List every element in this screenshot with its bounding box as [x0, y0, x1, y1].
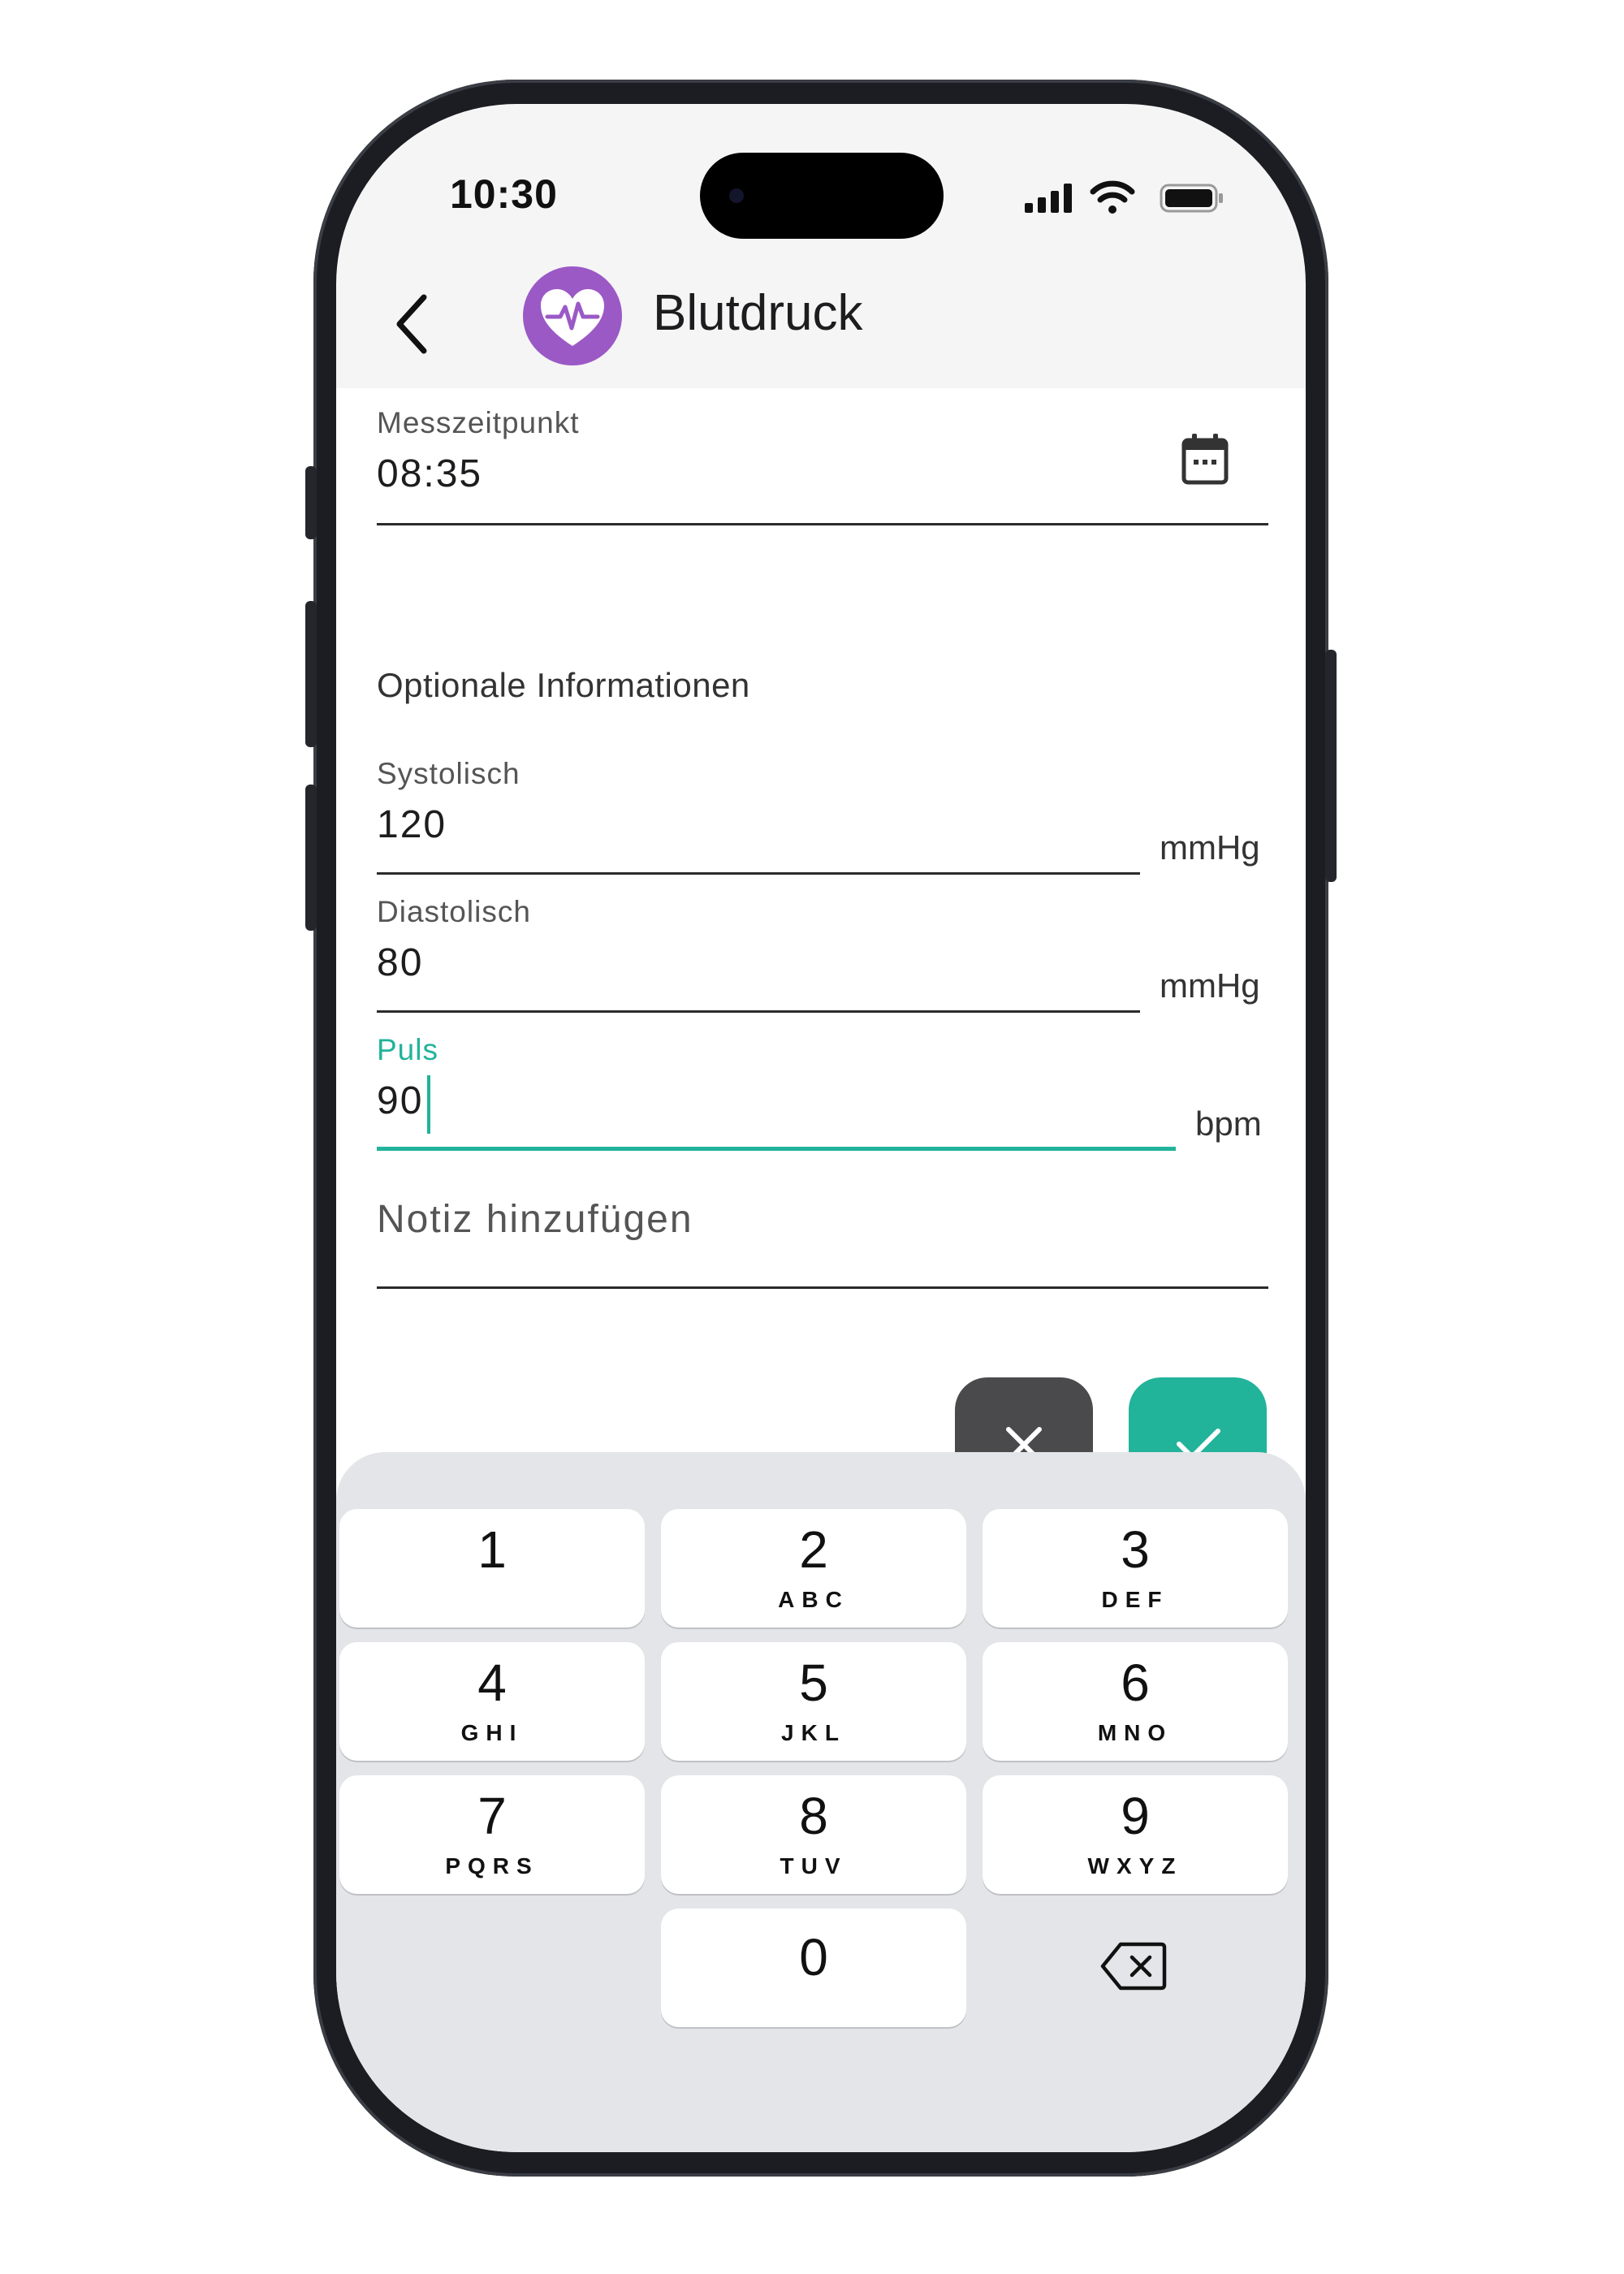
- pulse-input[interactable]: 90: [377, 1079, 423, 1123]
- key-6[interactable]: 6 MNO: [983, 1642, 1288, 1761]
- systolic-label: Systolisch: [377, 757, 520, 790]
- key-0[interactable]: 0: [661, 1909, 966, 2027]
- wifi-icon: [1090, 180, 1135, 214]
- key-letters: GHI: [460, 1720, 524, 1745]
- text-caret: [427, 1075, 430, 1134]
- key-number: 9: [1121, 1787, 1150, 1845]
- diastolic-input[interactable]: 80: [377, 940, 423, 985]
- key-number: 4: [477, 1654, 507, 1712]
- backspace-icon[interactable]: [1099, 1939, 1168, 1993]
- heart-pulse-icon: [523, 266, 622, 365]
- systolic-unit: mmHg: [1160, 828, 1260, 867]
- phone-screen: 10:30 Blutdruck Messzeitpunkt 08:35 Opti…: [336, 104, 1306, 2152]
- action-button: [305, 466, 317, 539]
- calendar-icon[interactable]: [1181, 432, 1229, 486]
- diastolic-underline: [377, 1010, 1140, 1013]
- page-title: Blutdruck: [653, 285, 863, 341]
- key-8[interactable]: 8 TUV: [661, 1775, 966, 1894]
- key-number: 0: [799, 1928, 828, 1987]
- battery-icon: [1160, 184, 1223, 213]
- key-letters: MNO: [1097, 1720, 1173, 1745]
- volume-up-button: [305, 601, 317, 747]
- key-letters: ABC: [778, 1587, 849, 1612]
- key-2[interactable]: 2 ABC: [661, 1509, 966, 1628]
- section-title: Optionale Informationen: [377, 666, 750, 704]
- chevron-left-icon[interactable]: [385, 287, 442, 361]
- diastolic-unit: mmHg: [1160, 966, 1260, 1005]
- key-letters: JKL: [781, 1720, 846, 1745]
- systolic-underline: [377, 872, 1140, 875]
- key-number: 7: [477, 1787, 507, 1845]
- key-1[interactable]: 1: [339, 1509, 645, 1628]
- key-5[interactable]: 5 JKL: [661, 1642, 966, 1761]
- key-letters: TUV: [780, 1853, 848, 1878]
- diastolic-label: Diastolisch: [377, 895, 531, 928]
- numeric-keyboard: 1 2 ABC 3 DEF 4 GHI 5 JKL 6 MNO 7 PQRS 8…: [336, 1452, 1306, 2152]
- power-button: [1325, 650, 1337, 882]
- key-number: 3: [1121, 1520, 1150, 1579]
- key-letters: DEF: [1101, 1587, 1169, 1612]
- systolic-input[interactable]: 120: [377, 802, 447, 847]
- measurement-time-value[interactable]: 08:35: [377, 452, 482, 496]
- measurement-time-underline: [377, 523, 1268, 525]
- key-letters: WXYZ: [1087, 1853, 1183, 1878]
- pulse-unit: bpm: [1195, 1105, 1262, 1143]
- key-4[interactable]: 4 GHI: [339, 1642, 645, 1761]
- key-letters: PQRS: [445, 1853, 539, 1878]
- key-number: 8: [799, 1787, 828, 1845]
- note-underline: [377, 1286, 1268, 1289]
- note-input[interactable]: Notiz hinzufügen: [377, 1197, 693, 1242]
- key-3[interactable]: 3 DEF: [983, 1509, 1288, 1628]
- volume-down-button: [305, 785, 317, 931]
- status-time: 10:30: [450, 171, 558, 217]
- key-number: 6: [1121, 1654, 1150, 1712]
- pulse-underline: [377, 1147, 1176, 1151]
- cellular-signal-icon: [1025, 184, 1072, 213]
- key-number: 1: [477, 1520, 507, 1579]
- key-number: 2: [799, 1520, 828, 1579]
- pulse-label: Puls: [377, 1033, 438, 1066]
- front-camera: [729, 188, 744, 203]
- key-7[interactable]: 7 PQRS: [339, 1775, 645, 1894]
- key-number: 5: [799, 1654, 828, 1712]
- measurement-time-label: Messzeitpunkt: [377, 406, 580, 439]
- key-9[interactable]: 9 WXYZ: [983, 1775, 1288, 1894]
